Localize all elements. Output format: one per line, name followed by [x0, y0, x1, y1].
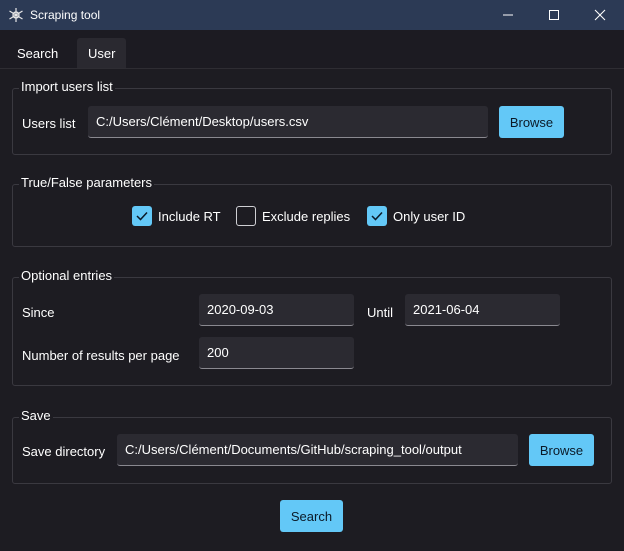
maximize-icon [548, 9, 560, 21]
search-button[interactable]: Search [280, 500, 343, 532]
save-directory-label: Save directory [22, 444, 106, 459]
save-group: Save Save directory C:/Users/Clément/Doc… [12, 408, 612, 484]
save-directory-input[interactable]: C:/Users/Clément/Documents/GitHub/scrapi… [117, 434, 518, 466]
tab-search[interactable]: Search [6, 38, 69, 68]
tab-bar: Search User [0, 38, 624, 68]
checkmark-icon [371, 211, 383, 221]
maximize-button[interactable] [531, 0, 577, 30]
minimize-button[interactable] [485, 0, 531, 30]
checkmark-icon [136, 211, 148, 221]
until-input[interactable]: 2021-06-04 [405, 294, 560, 326]
save-title: Save [19, 408, 53, 423]
window-title: Scraping tool [30, 8, 101, 22]
since-input[interactable]: 2020-09-03 [199, 294, 354, 326]
until-label: Until [367, 305, 394, 320]
include-rt-checkbox[interactable] [132, 206, 152, 226]
only-user-id-label[interactable]: Only user ID [393, 209, 465, 224]
minimize-icon [502, 9, 514, 21]
results-per-page-label: Number of results per page [22, 348, 180, 363]
user-tab-panel: Import users list Users list C:/Users/Cl… [0, 68, 624, 551]
window-titlebar: Scraping tool [0, 0, 624, 30]
close-button[interactable] [577, 0, 623, 30]
true-false-title: True/False parameters [19, 175, 155, 190]
save-directory-browse-button[interactable]: Browse [529, 434, 594, 466]
users-list-browse-button[interactable]: Browse [499, 106, 564, 138]
tab-user[interactable]: User [77, 38, 127, 68]
users-list-label: Users list [22, 116, 76, 131]
users-list-input[interactable]: C:/Users/Clément/Desktop/users.csv [88, 106, 488, 138]
exclude-replies-label[interactable]: Exclude replies [262, 209, 350, 224]
app-logo-icon [8, 7, 24, 23]
optional-entries-title: Optional entries [19, 268, 115, 283]
results-per-page-input[interactable]: 200 [199, 337, 354, 369]
include-rt-label[interactable]: Include RT [158, 209, 221, 224]
close-icon [594, 9, 606, 21]
true-false-group: True/False parameters Include RT Exclude… [12, 175, 612, 247]
import-users-title: Import users list [19, 79, 115, 94]
import-users-group: Import users list Users list C:/Users/Cl… [12, 79, 612, 155]
only-user-id-checkbox[interactable] [367, 206, 387, 226]
exclude-replies-checkbox[interactable] [236, 206, 256, 226]
since-label: Since [22, 305, 55, 320]
optional-entries-group: Optional entries Since 2020-09-03 Until … [12, 268, 612, 386]
